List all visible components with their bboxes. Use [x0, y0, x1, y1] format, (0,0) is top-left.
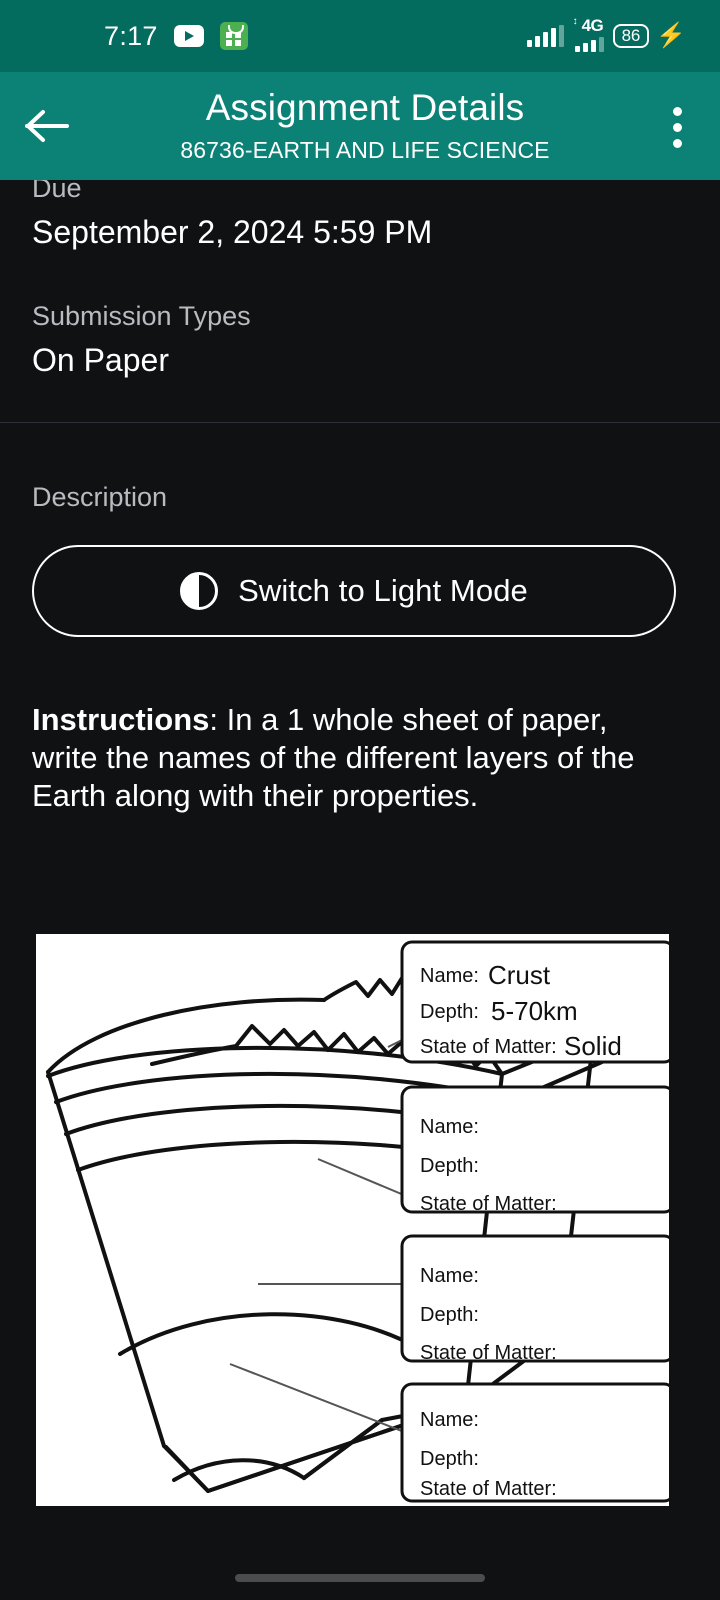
box4-depth-label: Depth: [420, 1448, 479, 1470]
mobile-data-icon: ↕ 4G [572, 16, 604, 52]
course-subtitle: 86736-EARTH AND LIFE SCIENCE [180, 137, 550, 163]
meta-spacer [32, 252, 688, 300]
status-bar-right: ↕ 4G 86 ⚡ [526, 16, 686, 52]
back-button[interactable] [0, 72, 96, 180]
contrast-half-circle-icon [180, 572, 219, 610]
assignment-meta: Due September 2, 2024 5:59 PM Submission… [0, 180, 720, 380]
submission-types-value: On Paper [32, 342, 169, 378]
battery-percent-label: 86 [621, 26, 641, 45]
overflow-menu-icon [672, 138, 682, 148]
box1-name-value: Crust [488, 960, 551, 990]
box2-depth-label: Depth: [420, 1155, 479, 1177]
box1-state-label: State of Matter: [420, 1036, 557, 1058]
overflow-menu-button[interactable] [634, 72, 720, 180]
instructions-text: Instructions: In a 1 whole sheet of pape… [32, 701, 688, 815]
box2-name-label: Name: [420, 1116, 479, 1138]
box3-depth-label: Depth: [420, 1304, 479, 1326]
label-box-2[interactable]: Name: Depth: State of Matter: [400, 1085, 669, 1215]
shopping-app-icon [219, 22, 248, 50]
submission-types-label: Submission Types [32, 301, 251, 331]
box3-name-label: Name: [420, 1265, 479, 1287]
box4-state-label: State of Matter: [420, 1478, 557, 1500]
due-label: Due [32, 180, 82, 203]
description-label: Description [32, 482, 168, 512]
system-navigation-bar [0, 1556, 720, 1600]
description-section: Description Switch to Light Mode Instruc… [0, 481, 720, 815]
home-gesture-pill[interactable] [235, 1574, 485, 1582]
data-arrows-icon: ↕ [572, 16, 578, 27]
shopping-app-glyph [225, 32, 242, 46]
switch-theme-label: Switch to Light Mode [238, 573, 528, 608]
box1-depth-label: Depth: [420, 1001, 479, 1023]
box1-name-label: Name: [420, 965, 479, 987]
earth-layers-diagram: Name: Crust Depth: 5-70km State of Matte… [36, 934, 669, 1506]
network-type-label: 4G [581, 16, 604, 35]
label-box-4[interactable]: Name: Depth: State of Matter: [400, 1382, 669, 1503]
app-bar: Assignment Details 86736-EARTH AND LIFE … [0, 72, 720, 180]
earth-layers-worksheet-image[interactable]: Name: Crust Depth: 5-70km State of Matte… [36, 934, 669, 1506]
label-box-1[interactable]: Name: Crust Depth: 5-70km State of Matte… [400, 940, 669, 1064]
overflow-menu-icon [672, 122, 682, 132]
box4-name-label: Name: [420, 1409, 479, 1431]
label-box-3[interactable]: Name: Depth: State of Matter: [400, 1234, 669, 1364]
box1-state-value: Solid [564, 1031, 622, 1061]
status-bar-left: 7:17 [104, 21, 248, 52]
battery-icon: 86 [612, 24, 650, 48]
due-value: September 2, 2024 5:59 PM [32, 214, 433, 250]
switch-theme-button[interactable]: Switch to Light Mode [32, 545, 676, 637]
app-bar-titles: Assignment Details 86736-EARTH AND LIFE … [96, 72, 634, 165]
box1-depth-value: 5-70km [491, 996, 578, 1026]
instructions-colon: : [209, 702, 227, 737]
status-bar: 7:17 ↕ 4G 86 ⚡ [0, 0, 720, 72]
signal-bars-icon [526, 25, 564, 47]
status-clock: 7:17 [104, 20, 158, 51]
charging-bolt-icon: ⚡ [656, 22, 686, 49]
page-title: Assignment Details [205, 87, 525, 128]
assignment-detail-scroll[interactable]: Due September 2, 2024 5:59 PM Submission… [0, 180, 720, 1600]
phone-screen: 7:17 ↕ 4G 86 ⚡ Assignment Details 86736-… [0, 0, 720, 1600]
box2-state-label: State of Matter: [420, 1193, 557, 1215]
youtube-icon [173, 25, 204, 47]
section-divider [0, 422, 720, 423]
back-arrow-icon [25, 110, 69, 142]
box3-state-label: State of Matter: [420, 1342, 557, 1364]
instructions-prefix: Instructions [32, 702, 210, 737]
overflow-menu-icon [672, 106, 682, 116]
